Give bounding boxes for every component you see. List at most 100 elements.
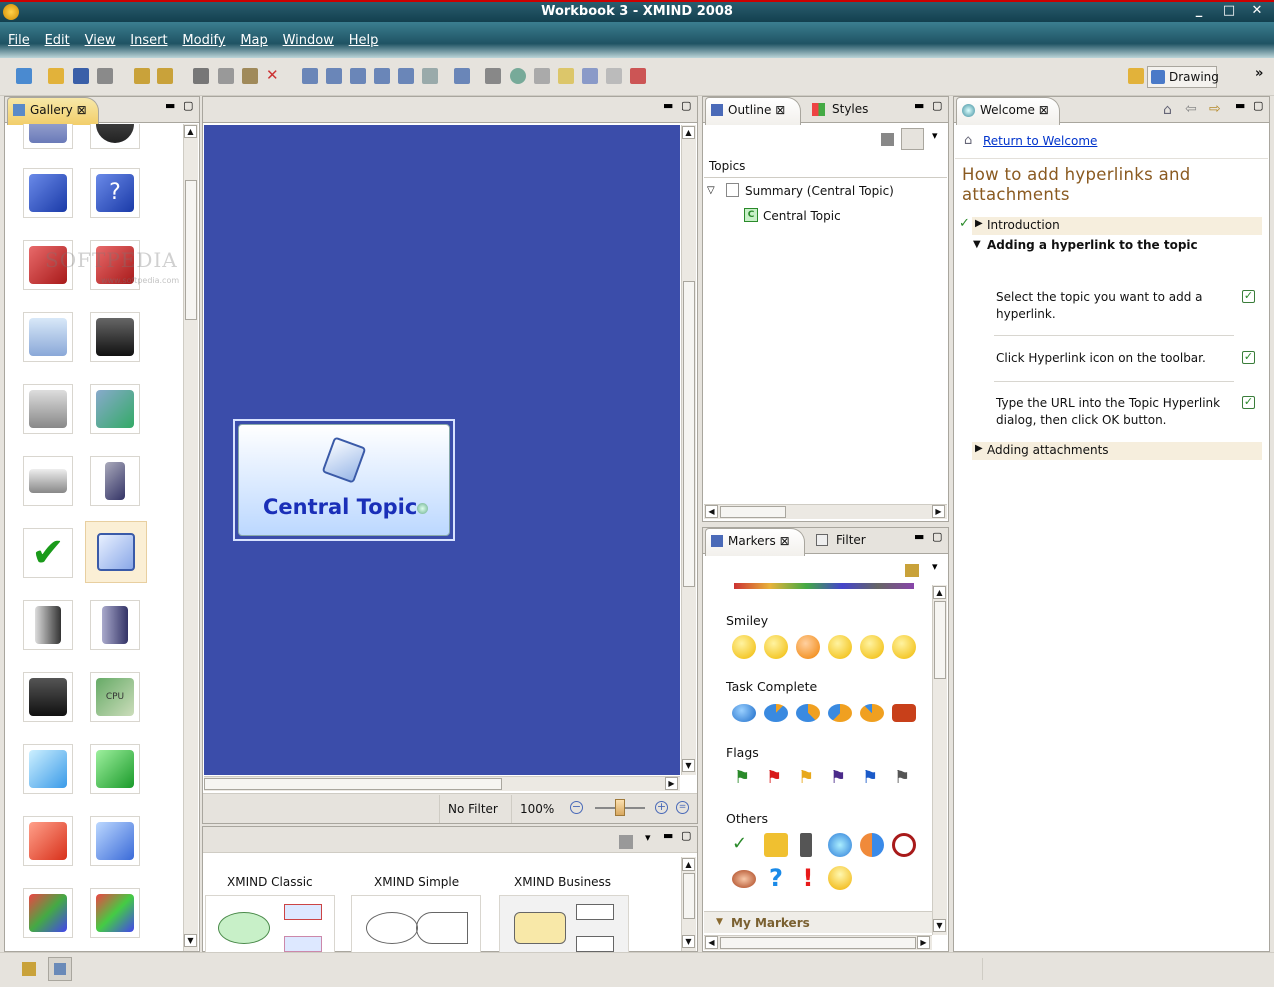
menu-file[interactable]: File [8,33,30,48]
attachment-icon[interactable] [485,68,501,84]
gallery-item-selected[interactable] [85,521,147,583]
scroll-down-icon[interactable]: ▼ [933,919,946,932]
attachments-row[interactable]: ▶ Adding attachments [972,442,1262,460]
zoom-fit-icon[interactable]: = [676,801,689,814]
copy-icon[interactable] [218,68,234,84]
scroll-left-icon[interactable]: ◀ [705,936,718,949]
gallery-item[interactable] [23,124,73,149]
marker-icon[interactable] [606,68,622,84]
step-3-check-icon[interactable]: ✓ [1242,396,1255,409]
zoom-in-icon[interactable]: + [655,801,668,814]
drawing-perspective-button[interactable]: Drawing [1147,66,1219,88]
markers-menu-icon[interactable]: ▾ [932,560,938,573]
tab-welcome[interactable]: Welcome ⊠ [956,97,1060,125]
minimize-templates-icon[interactable]: ▬ [663,829,673,842]
green-flag-icon[interactable]: ⚑ [734,767,758,791]
minimize-editor-icon[interactable]: ▬ [663,99,673,112]
template-classic-thumb[interactable] [205,895,335,953]
scroll-right-icon[interactable]: ▶ [932,505,945,518]
add-marker-icon[interactable] [905,564,919,577]
task-0-icon[interactable] [732,704,756,722]
outline-hscroll[interactable]: ◀ ▶ [704,504,947,519]
phone-icon[interactable] [800,833,812,857]
gallery-item[interactable] [23,384,73,434]
my-markers-expand-icon[interactable]: ▼ [716,917,723,927]
maximize-markers-icon[interactable]: ▢ [932,530,942,543]
gallery-item[interactable] [90,124,140,149]
new-icon[interactable] [16,68,32,84]
menu-insert[interactable]: Insert [130,33,167,48]
close-window-button[interactable]: ✕ [1244,3,1270,21]
outline-toggle-button[interactable] [901,128,924,150]
scroll-up-icon[interactable]: ▲ [184,125,197,138]
maximize-gallery-icon[interactable]: ▢ [183,99,193,112]
markers-vscroll[interactable]: ▲ ▼ [932,585,947,935]
gallery-item[interactable] [23,744,73,794]
question-icon[interactable]: ? [764,866,788,890]
template-simple-thumb[interactable] [351,895,481,953]
open-icon[interactable] [48,68,64,84]
menu-view[interactable]: View [85,33,116,48]
angry-icon[interactable] [796,635,820,659]
section-collapse-icon[interactable]: ▼ [973,239,981,250]
image-icon[interactable] [582,68,598,84]
scroll-up-icon[interactable]: ▲ [933,586,946,599]
insert-subtopic-icon[interactable] [326,68,342,84]
scroll-down-icon[interactable]: ▼ [184,934,197,947]
maximize-templates-icon[interactable]: ▢ [681,829,691,842]
menu-edit[interactable]: Edit [45,33,70,48]
hyperlink-icon[interactable] [510,68,526,84]
maximize-button[interactable]: □ [1216,3,1242,21]
label-icon[interactable] [534,68,550,84]
central-topic-selection[interactable]: Central Topic [233,419,455,541]
gallery-item[interactable]: ? [90,168,140,218]
undo-icon[interactable] [134,68,150,84]
map-canvas[interactable]: Central Topic [204,125,680,775]
home-icon[interactable]: ⌂ [1163,102,1172,118]
outline-central-topic[interactable]: Central Topic [763,209,841,223]
notes-icon[interactable] [558,68,574,84]
step-2-check-icon[interactable]: ✓ [1242,351,1255,364]
stop-icon[interactable] [630,68,646,84]
tab-markers[interactable]: Markers ⊠ [705,528,805,556]
template-simple-label[interactable]: XMIND Simple [374,875,459,889]
coffee-icon[interactable] [732,870,756,888]
gallery-item[interactable] [90,816,140,866]
back-icon[interactable]: ⇦ [1185,101,1197,117]
gallery-item[interactable] [23,816,73,866]
clock-icon[interactable] [892,833,916,857]
editor-hscroll-thumb[interactable] [204,778,502,790]
gallery-item[interactable] [23,600,73,650]
minimize-outline-icon[interactable]: ▬ [914,99,924,112]
close-gallery-icon[interactable]: ⊠ [77,103,87,117]
scroll-down-icon[interactable]: ▼ [682,935,695,948]
relationship-icon[interactable] [422,68,438,84]
return-to-welcome-link[interactable]: Return to Welcome [983,134,1097,148]
editor-vscroll-thumb[interactable] [683,281,695,587]
mail-icon[interactable] [764,833,788,857]
exclamation-icon[interactable]: ! [796,866,820,890]
template-business-thumb[interactable] [499,895,629,953]
my-markers-bar[interactable]: ▼ My Markers [704,911,932,933]
gallery-item[interactable] [90,600,140,650]
attachments-expand-icon[interactable]: ▶ [975,443,983,454]
task-3-icon[interactable] [828,704,852,722]
insert-parent-icon[interactable] [374,68,390,84]
maximize-welcome-icon[interactable]: ▢ [1253,99,1263,112]
step-1-check-icon[interactable]: ✓ [1242,290,1255,303]
template-classic-label[interactable]: XMIND Classic [227,875,313,889]
gallery-item[interactable] [90,384,140,434]
menu-map[interactable]: Map [240,33,267,48]
scroll-down-icon[interactable]: ▼ [682,759,695,772]
intro-row[interactable]: ▶ Introduction [972,217,1262,235]
task-done-icon[interactable] [860,704,884,722]
minimize-markers-icon[interactable]: ▬ [914,530,924,543]
red-flag-icon[interactable]: ⚑ [766,767,790,791]
menu-modify[interactable]: Modify [182,33,225,48]
filter-status[interactable]: No Filter [448,802,498,816]
intro-expand-icon[interactable]: ▶ [975,218,983,229]
editor-hscroll[interactable]: ▶ [204,776,680,791]
paste-icon[interactable] [242,68,258,84]
close-welcome-icon[interactable]: ⊠ [1039,103,1049,117]
task-pause-icon[interactable] [892,704,916,722]
